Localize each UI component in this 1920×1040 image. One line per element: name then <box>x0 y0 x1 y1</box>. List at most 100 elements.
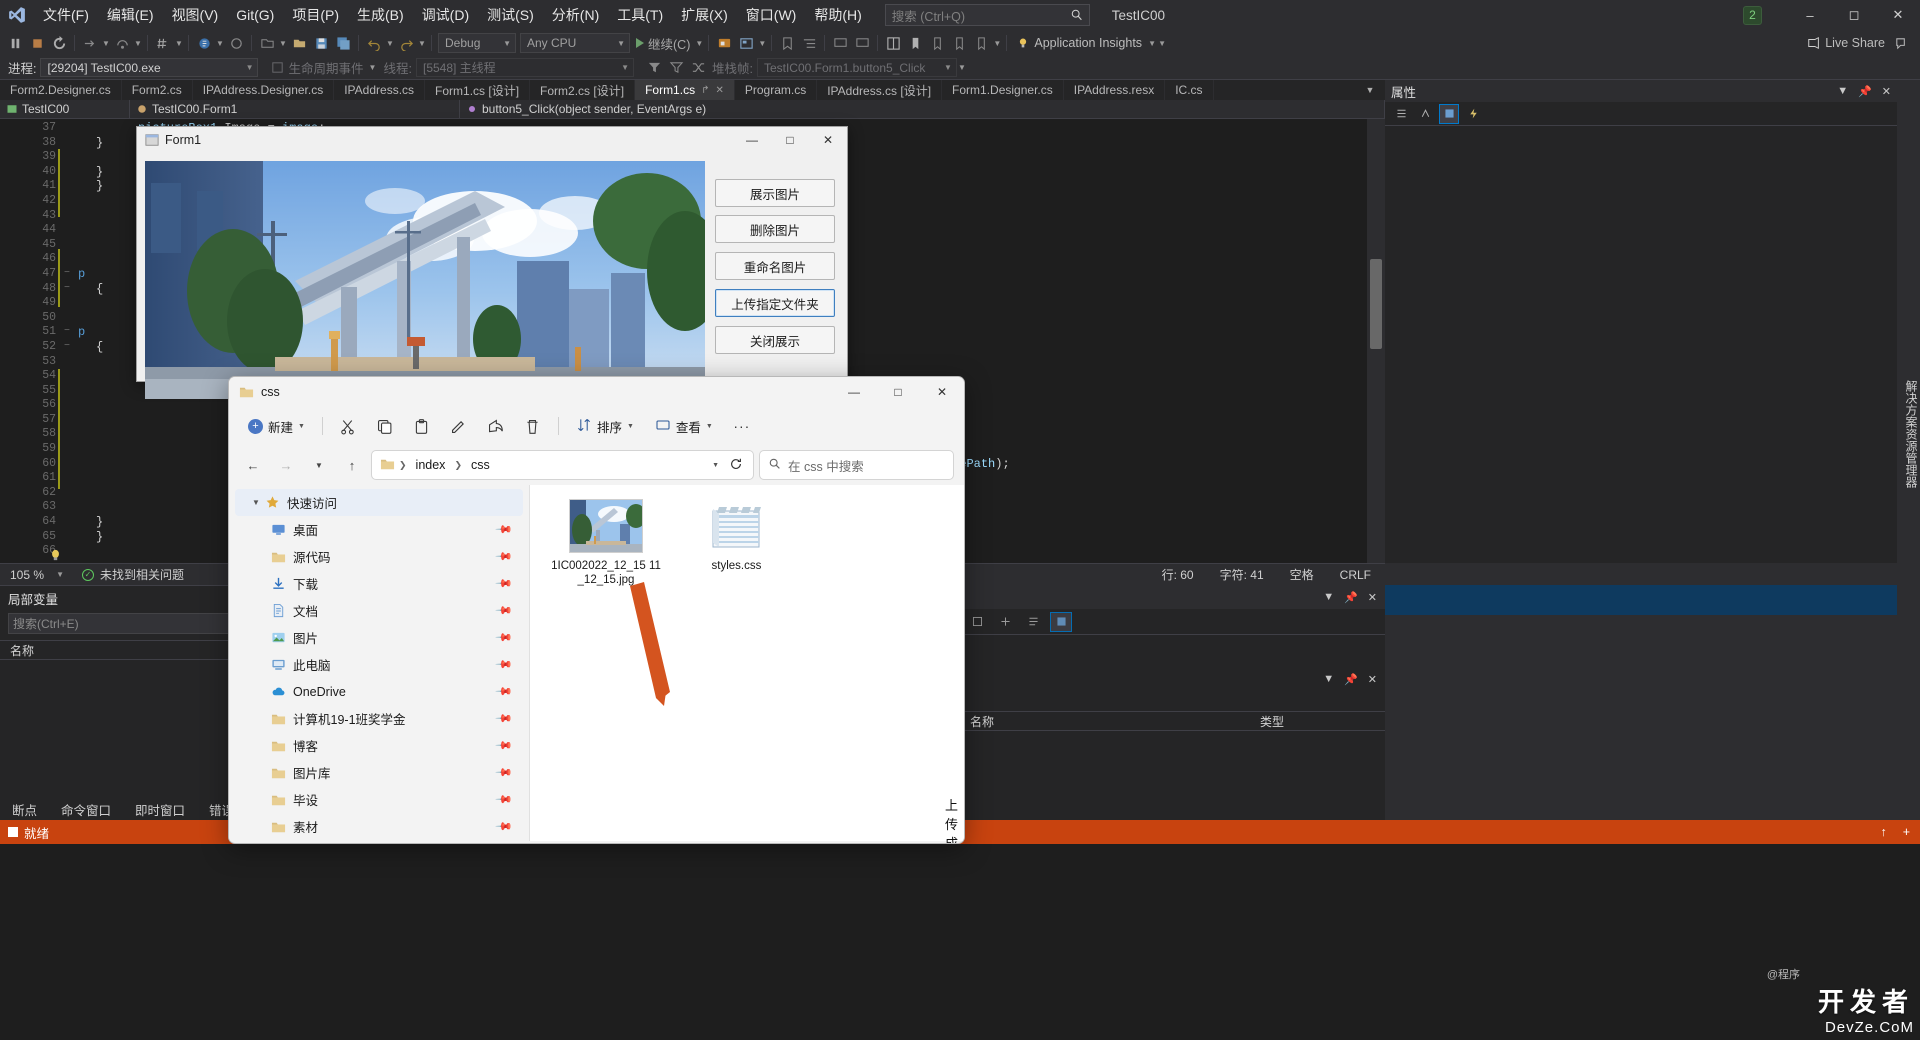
save-icon[interactable] <box>310 32 332 54</box>
step-into-icon[interactable] <box>79 32 101 54</box>
rename-image-button[interactable]: 重命名图片 <box>715 252 835 280</box>
minimize-button[interactable]: – <box>1788 0 1832 30</box>
next-bookmark-icon[interactable] <box>926 32 948 54</box>
pin-icon[interactable]: 📌 <box>495 709 514 728</box>
configuration-dropdown[interactable]: Debug ▼ <box>438 33 516 53</box>
fold-marker[interactable] <box>60 150 74 165</box>
explorer-file-list[interactable]: 1IC002022_12_15 11_12_15.jpg styles.css … <box>530 485 964 843</box>
sidebar-item[interactable]: 博客 📌 <box>235 732 523 759</box>
pin-icon[interactable]: 📌 <box>495 574 514 593</box>
filter-off-icon[interactable] <box>666 57 688 79</box>
undo-caret-icon[interactable]: ▼ <box>385 32 395 54</box>
menu-tools[interactable]: 工具(T) <box>608 2 672 28</box>
sidebar-item[interactable]: OneDrive 📌 <box>235 678 523 705</box>
editor-tab[interactable]: IPAddress.Designer.cs <box>193 80 335 100</box>
right-tool-strip[interactable]: 解决方案资源管理器 <box>1897 80 1920 780</box>
view-button[interactable]: 查看 ▼ <box>646 412 722 440</box>
nav-class-dropdown[interactable]: TestIC00.Form1 <box>130 99 460 119</box>
watch-tool-3-icon[interactable] <box>1022 612 1044 632</box>
fold-marker[interactable] <box>60 311 74 326</box>
fold-marker[interactable] <box>60 442 74 457</box>
process-dropdown[interactable]: [29204] TestIC00.exe ▼ <box>40 58 259 77</box>
fold-marker[interactable] <box>60 121 74 136</box>
stop-icon[interactable] <box>26 32 48 54</box>
fold-marker[interactable] <box>60 369 74 384</box>
address-dropdown-icon[interactable]: ▼ <box>712 462 719 469</box>
menu-edit[interactable]: 编辑(E) <box>98 2 163 28</box>
list-item[interactable]: styles.css <box>680 499 792 573</box>
menu-file[interactable]: 文件(F) <box>34 2 98 28</box>
form1-minimize-button[interactable]: ― <box>733 127 771 153</box>
window-split-icon[interactable] <box>882 32 904 54</box>
live-share-button[interactable]: Live Share <box>1802 36 1890 50</box>
fold-marker[interactable] <box>60 384 74 399</box>
notification-badge[interactable]: 2 <box>1743 5 1762 25</box>
fold-marker[interactable] <box>60 296 74 311</box>
properties-close-icon[interactable]: ✕ <box>1882 85 1891 98</box>
layout-caret-icon[interactable]: ▼ <box>757 32 767 54</box>
watch-tool-1-icon[interactable] <box>966 612 988 632</box>
pin-icon[interactable]: 📌 <box>495 655 514 674</box>
pin-icon[interactable]: 📌 <box>495 736 514 755</box>
fold-marker[interactable]: − <box>60 282 74 297</box>
step-over-icon[interactable] <box>111 32 133 54</box>
panel-dropdown-icon[interactable]: ▼ <box>1323 591 1334 604</box>
editor-tab[interactable]: IPAddress.resx <box>1064 80 1166 100</box>
forward-button[interactable]: → <box>272 451 300 479</box>
bookmark-icon[interactable] <box>776 32 798 54</box>
bookmark-caret-icon[interactable]: ▼ <box>992 32 1002 54</box>
filter-icon[interactable] <box>644 57 666 79</box>
watch-tool-4-icon[interactable] <box>1050 611 1072 632</box>
paste-icon[interactable] <box>405 412 439 440</box>
breadcrumb-css[interactable]: css <box>466 456 495 474</box>
sidebar-item[interactable]: 计算机19-1班奖学金 📌 <box>235 705 523 732</box>
fold-marker[interactable] <box>60 209 74 224</box>
thread-dropdown[interactable]: [5548] 主线程 ▼ <box>415 58 634 77</box>
watch-dropdown-icon[interactable]: ▼ <box>1323 673 1334 686</box>
hash-caret-icon[interactable]: ▼ <box>174 32 184 54</box>
tab-pin-icon[interactable]: ↱ <box>701 85 709 96</box>
editor-tab[interactable]: Form1.Designer.cs <box>942 80 1064 100</box>
show-image-button[interactable]: 展示图片 <box>715 179 835 207</box>
fold-marker[interactable] <box>60 515 74 530</box>
explorer-close-button[interactable]: ✕ <box>920 377 964 407</box>
clear-bookmarks-icon[interactable] <box>970 32 992 54</box>
delete-icon[interactable] <box>516 412 550 440</box>
form1-window[interactable]: Form1 ― □ ✕ 展示图片 删除图片 重命名图片 上传指定文件夹 关闭展示 <box>136 126 848 399</box>
fold-marker[interactable]: − <box>60 325 74 340</box>
feedback-icon[interactable] <box>1890 32 1912 54</box>
line-ending-mode[interactable]: CRLF <box>1340 568 1371 582</box>
close-display-button[interactable]: 关闭展示 <box>715 326 835 354</box>
up-button[interactable]: ↑ <box>338 451 366 479</box>
sidebar-item[interactable]: 图片库 📌 <box>235 759 523 786</box>
open-icon[interactable] <box>225 32 247 54</box>
pause-icon[interactable] <box>4 32 26 54</box>
file-explorer-window[interactable]: css ― □ ✕ + 新建 ▼ 排序 ▼ 查看 ▼ ··· ← → ▼ ↑ ❯… <box>228 376 965 844</box>
lifecycle-caret-icon[interactable]: ▼ <box>368 57 378 79</box>
chevron-down-icon[interactable]: ▼ <box>249 498 263 507</box>
comment-icon[interactable] <box>829 32 851 54</box>
toolbar-overflow-icon[interactable]: ▼ <box>1157 32 1167 54</box>
sidebar-item[interactable]: 桌面 📌 <box>235 516 523 543</box>
close-button[interactable]: ✕ <box>1876 0 1920 30</box>
refresh-icon[interactable] <box>723 457 749 474</box>
app-insights-caret-icon[interactable]: ▼ <box>1147 32 1157 54</box>
properties-events-icon[interactable] <box>1463 104 1483 124</box>
properties-pin-icon[interactable]: 📌 <box>1858 85 1872 98</box>
prev-bookmark-icon[interactable] <box>948 32 970 54</box>
fold-marker[interactable] <box>60 500 74 515</box>
properties-categorized-icon[interactable] <box>1391 104 1411 124</box>
status-up-arrow-icon[interactable]: ↑ <box>1880 825 1886 839</box>
restart-icon[interactable] <box>48 32 70 54</box>
shuffle-icon[interactable] <box>688 57 710 79</box>
layout-icon[interactable] <box>735 32 757 54</box>
address-bar[interactable]: ❯ index ❯ css ▼ <box>371 450 754 480</box>
tab-close-icon[interactable]: ✕ <box>715 85 723 96</box>
upload-folder-button[interactable]: 上传指定文件夹 <box>715 289 835 317</box>
list-item[interactable]: 1IC002022_12_15 11_12_15.jpg <box>550 499 662 587</box>
open-folder-icon[interactable] <box>256 32 278 54</box>
share-icon[interactable] <box>479 412 513 440</box>
status-add-icon[interactable]: + <box>1903 825 1910 839</box>
lifecycle-events-icon[interactable] <box>266 57 288 79</box>
uncomment-icon[interactable] <box>851 32 873 54</box>
